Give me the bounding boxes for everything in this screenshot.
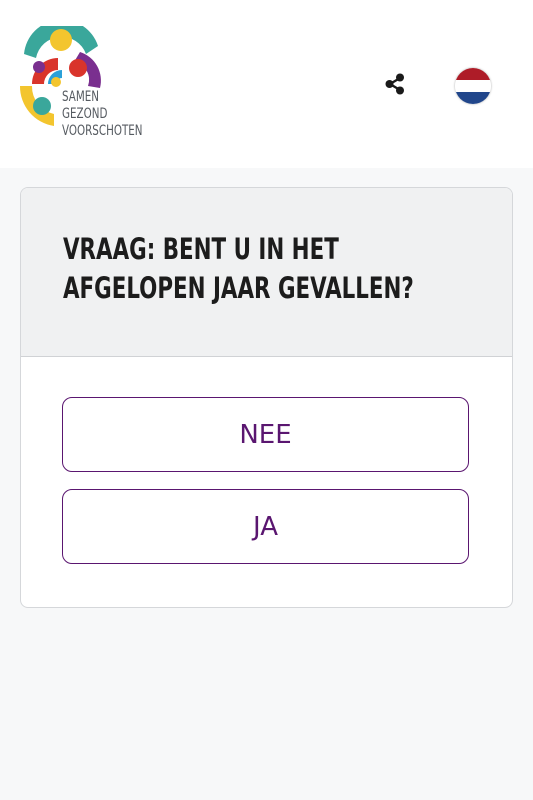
logo-line-2: GEZOND [62, 106, 108, 122]
answer-ja-button[interactable]: JA [62, 489, 469, 564]
language-switch-button[interactable] [455, 68, 491, 104]
question-card-header: VRAAG: BENT U IN HET AFGELOPEN JAAR GEVA… [21, 188, 512, 357]
answer-nee-button[interactable]: NEE [62, 397, 469, 472]
logo-line-1: SAMEN [62, 89, 100, 105]
app-header: SAMEN GEZOND VOORSCHOTEN [0, 0, 533, 168]
samen-gezond-voorschoten-logo[interactable]: SAMEN GEZOND VOORSCHOTEN [18, 26, 168, 144]
share-button[interactable] [381, 70, 409, 98]
question-card: VRAAG: BENT U IN HET AFGELOPEN JAAR GEVA… [20, 187, 513, 608]
logo-line-3: VOORSCHOTEN [62, 123, 143, 139]
question-text: VRAAG: BENT U IN HET AFGELOPEN JAAR GEVA… [63, 232, 414, 305]
share-icon [385, 73, 404, 95]
netherlands-flag-icon [455, 68, 491, 104]
logo-text: SAMEN GEZOND VOORSCHOTEN [62, 89, 143, 140]
